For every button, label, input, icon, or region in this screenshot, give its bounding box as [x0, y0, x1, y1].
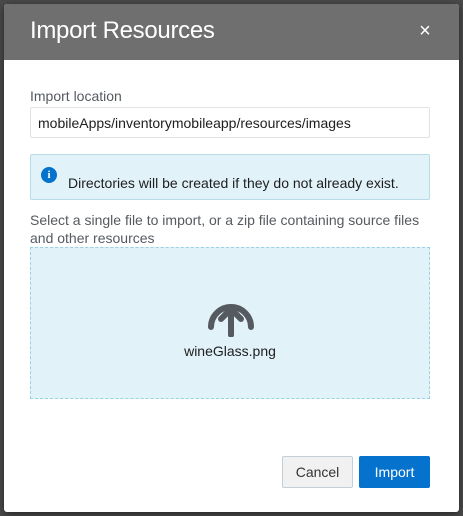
import-location-input[interactable]: [30, 107, 430, 138]
info-message-text: Directories will be created if they do n…: [68, 175, 399, 191]
info-message: i Directories will be created if they do…: [30, 154, 430, 200]
import-resources-dialog: Import Resources × Import location i Dir…: [4, 4, 459, 512]
import-button[interactable]: Import: [359, 456, 430, 488]
cancel-button[interactable]: Cancel: [282, 456, 353, 488]
selected-file-name: wineGlass.png: [184, 343, 276, 359]
upload-icon: [208, 304, 254, 337]
dialog-header: Import Resources ×: [4, 4, 459, 60]
file-drop-zone[interactable]: wineGlass.png: [30, 247, 430, 399]
file-select-hint: Select a single file to import, or a zip…: [30, 212, 420, 246]
dialog-title: Import Resources: [30, 17, 215, 44]
close-icon[interactable]: ×: [412, 18, 438, 44]
import-location-label: Import location: [30, 88, 122, 104]
info-icon: i: [41, 167, 57, 183]
